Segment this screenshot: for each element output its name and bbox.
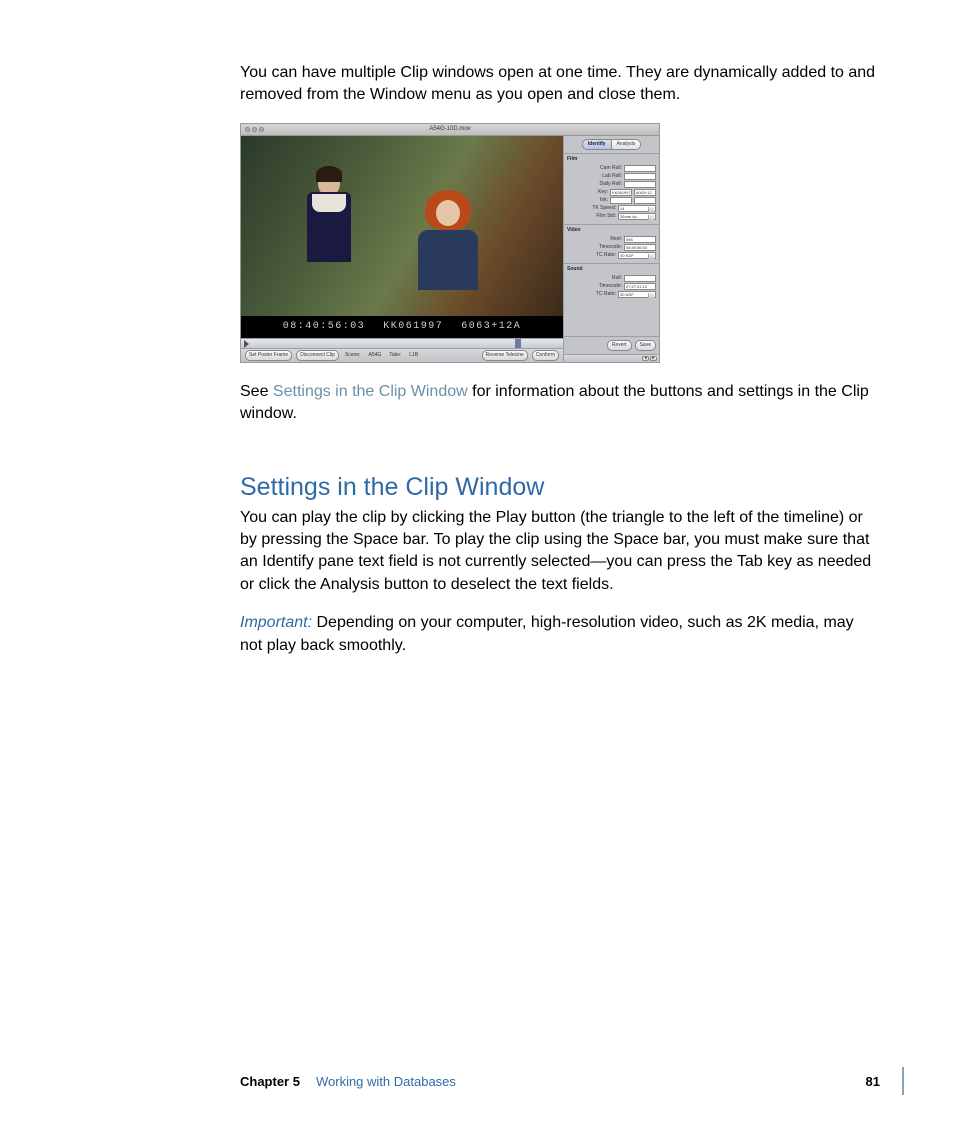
tk-speed-label: TK Speed: — [567, 205, 616, 212]
cam-roll-label: Cam Roll: — [567, 165, 622, 172]
important-label: Important: — [240, 614, 316, 631]
burnin-keycode: KK061997 — [383, 320, 443, 334]
page-footer: Chapter 5 Working with Databases 81 — [240, 1073, 880, 1091]
burn-in-overlay: 08:40:56:03 KK061997 6063+12A — [241, 316, 563, 338]
key-field-2[interactable]: 6063+12 — [634, 189, 656, 196]
film-std-label: Film Std: — [567, 213, 616, 220]
window-titlebar: A54G-10D.mov — [241, 124, 659, 136]
important-text: Depending on your computer, high-resolut… — [240, 614, 854, 653]
scroll-right-icon[interactable]: ► — [650, 356, 657, 361]
sound-tcrate-label: TC Rate: — [567, 291, 616, 298]
video-tc-label: Timecode: — [567, 244, 622, 251]
see-also-paragraph: See Settings in the Clip Window for info… — [240, 381, 880, 426]
daily-roll-label: Daily Roll: — [567, 181, 622, 188]
video-tcrate-label: TC Rate: — [567, 252, 616, 259]
sound-roll-label: Roll: — [567, 275, 622, 282]
lab-roll-field[interactable] — [624, 173, 656, 180]
tk-speed-select[interactable]: 24 — [618, 205, 656, 212]
video-tcrate-select[interactable]: 30 NDF — [618, 252, 656, 259]
identify-pane: Identify Analysis Film Cam Roll: Lab Rol… — [563, 136, 659, 362]
see-text-pre: See — [240, 383, 273, 400]
sound-tc-label: Timecode: — [567, 283, 622, 290]
section-heading: Settings in the Clip Window — [240, 470, 880, 505]
ink-label: Ink: — [567, 197, 608, 204]
key-label: Key: — [567, 189, 608, 196]
video-preview — [241, 136, 563, 316]
take-label: Take: — [387, 352, 403, 359]
set-poster-frame-button[interactable]: Set Poster Frame — [245, 350, 292, 361]
burnin-timecode: 08:40:56:03 — [283, 320, 366, 334]
take-value: L1B — [407, 352, 420, 359]
conform-button[interactable]: Conform — [532, 350, 559, 361]
lab-roll-label: Lab Roll: — [567, 173, 622, 180]
traffic-lights — [245, 127, 264, 132]
key-field-1[interactable]: KK061997 — [610, 189, 632, 196]
footer-accent-bar — [902, 1067, 904, 1095]
video-reel-field[interactable]: 056 — [624, 236, 656, 243]
film-section-header: Film — [567, 156, 656, 163]
disconnect-clip-button[interactable]: Disconnect Clip — [296, 350, 339, 361]
sound-section-header: Sound — [567, 266, 656, 273]
sound-roll-field[interactable] — [624, 275, 656, 282]
page-number: 81 — [866, 1073, 880, 1091]
ink-field-1[interactable] — [610, 197, 632, 204]
ink-field-2[interactable] — [634, 197, 656, 204]
important-paragraph: Important: Depending on your computer, h… — [240, 612, 880, 657]
chapter-title: Working with Databases — [316, 1073, 456, 1091]
timeline-scrubber[interactable] — [241, 338, 563, 348]
scene-value: A54G — [367, 352, 384, 359]
clip-window-screenshot: A54G-10D.mov 08:40:56:03 KK061997 6063+1… — [240, 123, 660, 363]
identify-tab[interactable]: Identify — [582, 139, 612, 150]
video-section-header: Video — [567, 227, 656, 234]
clip-window-toolbar: Set Poster Frame Disconnect Clip Scene: … — [241, 348, 563, 362]
scroll-left-icon[interactable]: ◄ — [642, 356, 649, 361]
video-tc-field[interactable]: 08:40:56:03 — [624, 244, 656, 251]
sound-tc-field[interactable]: 07:27:41:12 — [624, 283, 656, 290]
video-reel-label: Reel: — [567, 236, 622, 243]
daily-roll-field[interactable] — [624, 181, 656, 188]
scene-label: Scene: — [343, 352, 363, 359]
reverse-telecine-button[interactable]: Reverse Telecine — [482, 350, 528, 361]
burnin-edgecode: 6063+12A — [461, 320, 521, 334]
analysis-tab[interactable]: Analysis — [612, 139, 642, 150]
cam-roll-field[interactable] — [624, 165, 656, 172]
play-paragraph: You can play the clip by clicking the Pl… — [240, 507, 880, 597]
intro-paragraph: You can have multiple Clip windows open … — [240, 62, 880, 107]
page-content: You can have multiple Clip windows open … — [240, 62, 880, 673]
sound-tcrate-select[interactable]: 30 NDF — [618, 291, 656, 298]
revert-button[interactable]: Revert — [607, 340, 632, 351]
film-std-select[interactable]: 35mm 4p — [618, 213, 656, 220]
window-title: A54G-10D.mov — [429, 125, 470, 133]
save-button[interactable]: Save — [635, 340, 656, 351]
settings-link[interactable]: Settings in the Clip Window — [273, 383, 468, 400]
chapter-label: Chapter 5 — [240, 1073, 300, 1091]
